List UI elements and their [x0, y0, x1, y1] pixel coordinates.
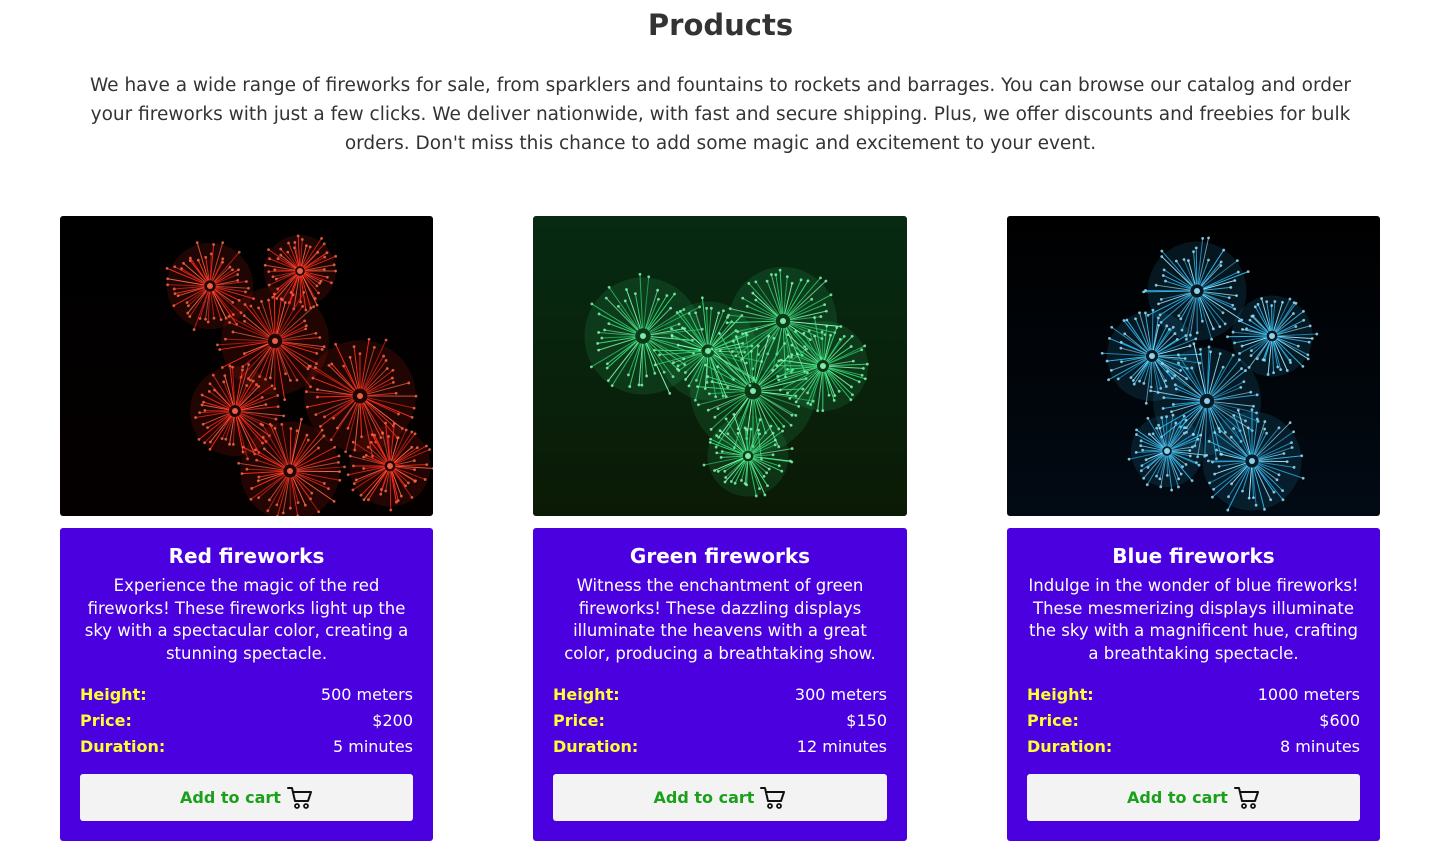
product-info-panel: Red fireworks Experience the magic of th… [60, 528, 433, 841]
product-info-panel: Blue fireworks Indulge in the wonder of … [1007, 528, 1380, 841]
duration-label: Duration: [553, 737, 639, 756]
product-description: Indulge in the wonder of blue fireworks!… [1028, 576, 1359, 663]
duration-label: Duration: [1027, 737, 1113, 756]
product-info-panel: Green fireworks Witness the enchantment … [533, 528, 907, 841]
height-label: Height: [553, 685, 620, 704]
shopping-cart-icon [286, 786, 313, 810]
price-value: $150 [846, 711, 887, 730]
shopping-cart-icon [760, 786, 786, 810]
product-specs: Height: 1000 meters Price: $600 Duration… [1027, 682, 1360, 760]
product-description: Experience the magic of the red firework… [84, 576, 409, 663]
spec-row-price: Price: $200 [80, 708, 413, 734]
add-to-cart-label: Add to cart [180, 788, 281, 807]
product-card-blue: Blue fireworks Indulge in the wonder of … [1007, 216, 1380, 841]
duration-label: Duration: [80, 737, 166, 756]
price-label: Price: [553, 711, 605, 730]
duration-value: 5 minutes [332, 737, 413, 756]
add-to-cart-button[interactable]: Add to cart [80, 774, 413, 821]
intro-text: We have a wide range of fireworks for sa… [89, 75, 1352, 154]
height-value: 1000 meters [1257, 685, 1360, 704]
spec-row-height: Height: 1000 meters [1027, 682, 1360, 708]
product-description: Witness the enchantment of green firewor… [564, 576, 876, 663]
red-fireworks-photo [60, 216, 433, 516]
price-value: $600 [1319, 711, 1360, 730]
product-title: Green fireworks [629, 544, 811, 568]
product-card-green: Green fireworks Witness the enchantment … [533, 216, 907, 841]
spec-row-price: Price: $150 [553, 708, 887, 734]
price-value: $200 [372, 711, 413, 730]
add-to-cart-label: Add to cart [653, 788, 755, 807]
height-value: 300 meters [794, 685, 887, 704]
add-to-cart-label: Add to cart [1127, 788, 1228, 807]
spec-row-duration: Duration: 8 minutes [1027, 734, 1360, 760]
blue-fireworks-photo [1007, 216, 1380, 516]
price-label: Price: [80, 711, 132, 730]
shopping-cart-icon [1233, 786, 1260, 810]
page-title: Products [647, 8, 794, 42]
spec-row-height: Height: 300 meters [553, 682, 887, 708]
green-fireworks-photo [533, 216, 907, 516]
product-title: Red fireworks [168, 544, 325, 568]
add-to-cart-button[interactable]: Add to cart [553, 774, 887, 821]
spec-row-duration: Duration: 5 minutes [80, 734, 413, 760]
spec-row-height: Height: 500 meters [80, 682, 413, 708]
add-to-cart-button[interactable]: Add to cart [1027, 774, 1360, 821]
spec-row-price: Price: $600 [1027, 708, 1360, 734]
price-label: Price: [1027, 711, 1079, 730]
duration-value: 8 minutes [1279, 737, 1360, 756]
product-specs: Height: 500 meters Price: $200 Duration:… [80, 682, 413, 760]
spec-row-duration: Duration: 12 minutes [553, 734, 887, 760]
duration-value: 12 minutes [796, 737, 887, 756]
height-label: Height: [80, 685, 147, 704]
product-specs: Height: 300 meters Price: $150 Duration:… [553, 682, 887, 760]
height-value: 500 meters [320, 685, 413, 704]
height-label: Height: [1027, 685, 1094, 704]
product-card-red: Red fireworks Experience the magic of th… [60, 216, 433, 841]
product-title: Blue fireworks [1112, 544, 1275, 568]
